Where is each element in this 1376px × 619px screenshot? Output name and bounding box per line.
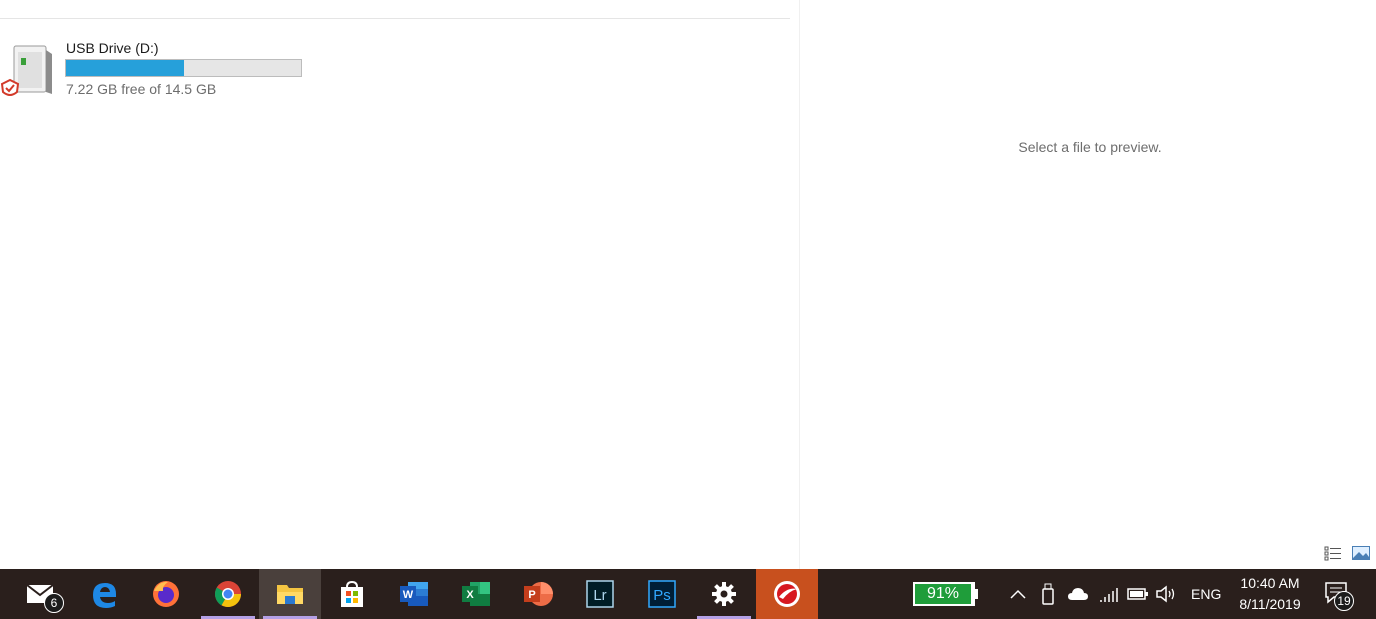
file-explorer-window: USB Drive (D:) 7.22 GB free of 14.5 GB S… — [0, 0, 1376, 569]
powerpoint-icon: P — [524, 582, 553, 606]
usb-eject-icon[interactable] — [1036, 582, 1060, 606]
clock-time: 10:40 AM — [1240, 575, 1300, 591]
taskbar-app-trend-micro[interactable] — [756, 569, 818, 619]
taskbar-app-edge[interactable] — [73, 569, 135, 619]
lightroom-icon: Lr — [586, 580, 614, 608]
svg-text:P: P — [528, 589, 535, 601]
taskbar-app-store[interactable] — [321, 569, 383, 619]
usb-drive-icon — [0, 45, 52, 96]
gear-icon — [712, 582, 736, 606]
content-pane: USB Drive (D:) 7.22 GB free of 14.5 GB — [0, 0, 800, 569]
taskbar: 6 W X P Lr Ps 91% ENG 10:40 AM 8/11/2019… — [0, 569, 1376, 619]
details-view-icon[interactable] — [1324, 545, 1342, 561]
view-toggles — [1324, 545, 1370, 561]
large-icons-view-icon[interactable] — [1352, 545, 1370, 561]
taskbar-app-photoshop[interactable]: Ps — [631, 569, 693, 619]
svg-text:X: X — [466, 589, 474, 601]
input-language[interactable]: ENG — [1191, 586, 1221, 602]
taskbar-app-chrome[interactable] — [197, 569, 259, 619]
drive-usage-fill — [66, 60, 184, 76]
store-icon — [341, 580, 363, 607]
onedrive-cloud-icon[interactable] — [1066, 582, 1090, 606]
photoshop-icon: Ps — [648, 580, 676, 608]
volume-icon[interactable] — [1154, 582, 1178, 606]
drive-name: USB Drive (D:) — [66, 40, 159, 56]
excel-icon: X — [462, 582, 490, 606]
edge-icon — [93, 583, 116, 608]
word-icon: W — [400, 582, 428, 606]
taskbar-app-firefox[interactable] — [135, 569, 197, 619]
folder-icon — [277, 585, 303, 604]
drive-free-space: 7.22 GB free of 14.5 GB — [66, 81, 217, 97]
mail-badge: 6 — [44, 593, 64, 613]
svg-text:Lr: Lr — [593, 587, 606, 604]
chrome-icon — [215, 581, 242, 608]
taskbar-app-word[interactable]: W — [383, 569, 445, 619]
drive-tile[interactable]: USB Drive (D:) 7.22 GB free of 14.5 GB — [0, 38, 310, 102]
taskbar-app-lightroom[interactable]: Lr — [569, 569, 631, 619]
preview-pane: Select a file to preview. — [801, 0, 1376, 569]
clock-date: 8/11/2019 — [1239, 596, 1301, 612]
trend-micro-icon — [774, 581, 800, 607]
battery-nub — [974, 589, 978, 599]
action-center-button[interactable]: 19 — [1320, 579, 1360, 611]
drive-usage-bar — [65, 59, 302, 77]
svg-text:Ps: Ps — [653, 587, 671, 604]
wifi-icon[interactable] — [1097, 582, 1121, 606]
battery-indicator[interactable]: 91% — [913, 582, 975, 606]
taskbar-app-mail[interactable]: 6 — [10, 569, 72, 619]
taskbar-app-powerpoint[interactable]: P — [507, 569, 569, 619]
divider — [0, 18, 790, 19]
clock[interactable]: 10:40 AM 8/11/2019 — [1225, 573, 1315, 615]
battery-tray-icon[interactable] — [1126, 582, 1150, 606]
firefox-icon — [153, 581, 179, 607]
taskbar-app-file-explorer[interactable] — [259, 569, 321, 619]
taskbar-app-excel[interactable]: X — [445, 569, 507, 619]
notification-count: 19 — [1334, 591, 1354, 611]
svg-text:W: W — [403, 589, 414, 601]
taskbar-app-settings[interactable] — [693, 569, 755, 619]
preview-message: Select a file to preview. — [1018, 139, 1162, 155]
show-hidden-icons-chevron-icon[interactable] — [1006, 582, 1030, 606]
battery-percent: 91% — [915, 584, 971, 604]
